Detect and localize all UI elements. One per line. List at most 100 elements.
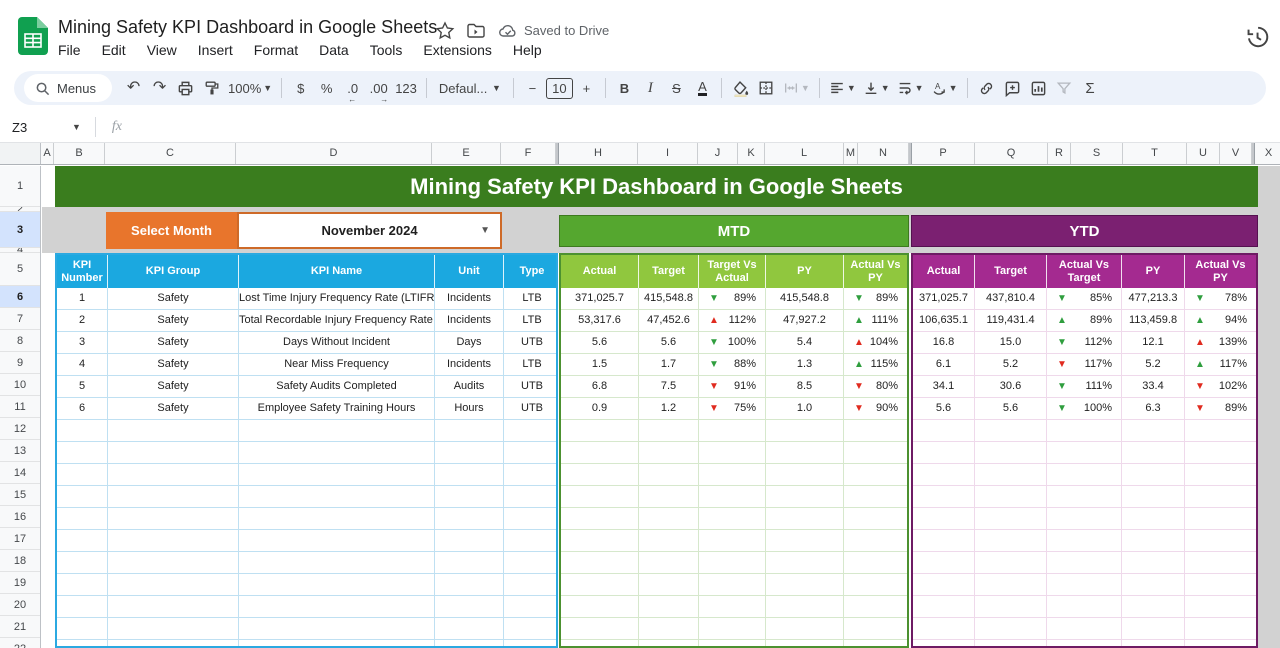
py-cell[interactable]: 6.3: [1122, 398, 1185, 420]
py-cell[interactable]: 33.4: [1122, 376, 1185, 398]
actual-cell[interactable]: 0.9: [561, 398, 639, 420]
empty-cell[interactable]: [975, 464, 1047, 486]
kpi-group-cell[interactable]: Safety: [108, 398, 239, 420]
target-cell[interactable]: 1.2: [639, 398, 699, 420]
empty-cell[interactable]: [1047, 464, 1122, 486]
kpi-unit-cell[interactable]: Incidents: [435, 354, 504, 376]
indicator-cell[interactable]: ▼90%: [844, 398, 907, 420]
empty-cell[interactable]: [975, 508, 1047, 530]
indicator-cell[interactable]: ▲117%: [1185, 354, 1256, 376]
empty-cell[interactable]: [435, 508, 504, 530]
empty-cell[interactable]: [1185, 442, 1256, 464]
empty-cell[interactable]: [1122, 508, 1185, 530]
column-header-S[interactable]: S: [1071, 143, 1123, 164]
empty-cell[interactable]: [435, 552, 504, 574]
empty-cell[interactable]: [504, 530, 558, 552]
row-header-21[interactable]: 21: [0, 616, 40, 638]
empty-cell[interactable]: [435, 486, 504, 508]
empty-cell[interactable]: [504, 464, 558, 486]
empty-cell[interactable]: [699, 596, 766, 618]
py-cell[interactable]: 1.3: [766, 354, 844, 376]
kpi-type-cell[interactable]: LTB: [504, 354, 558, 376]
empty-cell[interactable]: [504, 420, 558, 442]
column-header-C[interactable]: C: [105, 143, 236, 164]
row-header-12[interactable]: 12: [0, 418, 40, 440]
actual-cell[interactable]: 16.8: [913, 332, 975, 354]
indicator-cell[interactable]: ▼89%: [1185, 398, 1256, 420]
indicator-cell[interactable]: ▲115%: [844, 354, 907, 376]
empty-cell[interactable]: [239, 640, 435, 648]
empty-cell[interactable]: [239, 486, 435, 508]
empty-cell[interactable]: [1047, 420, 1122, 442]
actual-cell[interactable]: 5.6: [561, 332, 639, 354]
empty-cell[interactable]: [913, 442, 975, 464]
column-header-K[interactable]: K: [738, 143, 765, 164]
actual-cell[interactable]: 53,317.6: [561, 310, 639, 332]
empty-cell[interactable]: [913, 530, 975, 552]
indicator-cell[interactable]: ▲139%: [1185, 332, 1256, 354]
empty-cell[interactable]: [639, 574, 699, 596]
indicator-cell[interactable]: ▼100%: [699, 332, 766, 354]
empty-cell[interactable]: [975, 552, 1047, 574]
format-currency-button[interactable]: $: [288, 75, 313, 101]
kpi-name-cell[interactable]: Lost Time Injury Frequency Rate (LTIFR): [239, 288, 435, 310]
py-cell[interactable]: 47,927.2: [766, 310, 844, 332]
kpi-group-cell[interactable]: Safety: [108, 310, 239, 332]
target-cell[interactable]: 1.7: [639, 354, 699, 376]
column-header-P[interactable]: P: [912, 143, 975, 164]
py-cell[interactable]: 477,213.3: [1122, 288, 1185, 310]
empty-cell[interactable]: [435, 640, 504, 648]
row-header-1[interactable]: 1: [0, 166, 40, 207]
target-cell[interactable]: 5.2: [975, 354, 1047, 376]
empty-cell[interactable]: [975, 442, 1047, 464]
empty-cell[interactable]: [1185, 508, 1256, 530]
actual-cell[interactable]: 6.1: [913, 354, 975, 376]
empty-cell[interactable]: [504, 442, 558, 464]
empty-cell[interactable]: [561, 552, 639, 574]
row-header-17[interactable]: 17: [0, 528, 40, 550]
empty-cell[interactable]: [844, 574, 907, 596]
empty-cell[interactable]: [913, 640, 975, 648]
empty-cell[interactable]: [766, 508, 844, 530]
document-title[interactable]: Mining Safety KPI Dashboard in Google Sh…: [58, 17, 437, 38]
indicator-cell[interactable]: ▲112%: [699, 310, 766, 332]
empty-cell[interactable]: [975, 640, 1047, 648]
month-dropdown[interactable]: November 2024 ▼: [237, 212, 502, 249]
empty-cell[interactable]: [1047, 486, 1122, 508]
menu-edit[interactable]: Edit: [102, 42, 126, 58]
italic-button[interactable]: I: [638, 75, 663, 101]
empty-cell[interactable]: [639, 486, 699, 508]
paint-format-button[interactable]: [199, 75, 224, 101]
column-header-E[interactable]: E: [432, 143, 501, 164]
indicator-cell[interactable]: ▼91%: [699, 376, 766, 398]
font-select[interactable]: Defaul... ▼: [433, 75, 507, 101]
chevron-down-icon[interactable]: ▼: [72, 122, 81, 132]
kpi-name-cell[interactable]: Employee Safety Training Hours: [239, 398, 435, 420]
py-cell[interactable]: 5.2: [1122, 354, 1185, 376]
py-cell[interactable]: 1.0: [766, 398, 844, 420]
empty-cell[interactable]: [239, 464, 435, 486]
empty-cell[interactable]: [561, 508, 639, 530]
empty-cell[interactable]: [57, 640, 108, 648]
empty-cell[interactable]: [639, 530, 699, 552]
empty-cell[interactable]: [1185, 596, 1256, 618]
kpi-number-cell[interactable]: 5: [57, 376, 108, 398]
empty-cell[interactable]: [766, 552, 844, 574]
column-header-X[interactable]: X: [1255, 143, 1280, 164]
create-filter-button[interactable]: [1052, 75, 1077, 101]
mtd-section-header[interactable]: MTD: [559, 215, 909, 247]
py-cell[interactable]: 113,459.8: [1122, 310, 1185, 332]
empty-cell[interactable]: [239, 508, 435, 530]
empty-cell[interactable]: [913, 420, 975, 442]
row-header-15[interactable]: 15: [0, 484, 40, 506]
actual-cell[interactable]: 6.8: [561, 376, 639, 398]
empty-cell[interactable]: [699, 442, 766, 464]
empty-cell[interactable]: [504, 552, 558, 574]
empty-cell[interactable]: [1185, 618, 1256, 640]
row-header-22[interactable]: 22: [0, 638, 40, 648]
decrease-decimal-button[interactable]: .0 ←: [340, 75, 365, 101]
actual-cell[interactable]: 106,635.1: [913, 310, 975, 332]
indicator-cell[interactable]: ▲94%: [1185, 310, 1256, 332]
empty-cell[interactable]: [1047, 508, 1122, 530]
kpi-name-cell[interactable]: Total Recordable Injury Frequency Rate (…: [239, 310, 435, 332]
